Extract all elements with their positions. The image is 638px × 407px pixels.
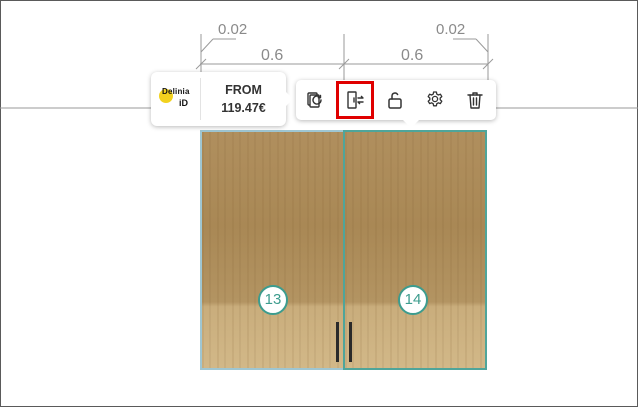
cabinet-13[interactable] <box>200 130 345 370</box>
price-value: 119.47€ <box>221 101 266 115</box>
brand-logo-sub: iD <box>179 98 188 108</box>
swap-door-button[interactable] <box>336 81 374 119</box>
settings-button[interactable] <box>420 86 450 114</box>
dimension-width-left: 0.6 <box>261 47 283 64</box>
dimension-gap-right: 0.02 <box>436 21 465 38</box>
replace-product-icon <box>307 92 322 108</box>
brand-logo: Delinia iD <box>159 87 199 111</box>
unlock-icon <box>388 92 402 109</box>
cabinet-number-badge[interactable]: 14 <box>398 285 428 315</box>
replace-product-button[interactable] <box>300 86 330 114</box>
dimension-gap-left: 0.02 <box>218 21 247 38</box>
trash-icon <box>467 92 483 109</box>
brand-logo-name: Delinia <box>162 87 190 96</box>
settings-gear-icon <box>427 91 443 107</box>
price-card[interactable]: Delinia iD FROM 119.47€ <box>151 72 293 126</box>
price-label: FROM <box>225 83 262 97</box>
cabinet-number-badge[interactable]: 13 <box>258 285 288 315</box>
toolbar-caret <box>403 120 419 128</box>
door-handle-left <box>336 322 339 362</box>
cabinet-14[interactable] <box>343 130 487 370</box>
swap-door-icon <box>347 91 364 109</box>
unlock-button[interactable] <box>380 86 410 114</box>
context-toolbar <box>296 80 496 128</box>
delete-button[interactable] <box>460 86 490 114</box>
door-handle-right <box>349 322 352 362</box>
price-card-pointer <box>286 92 293 106</box>
dimension-width-right: 0.6 <box>401 47 423 64</box>
